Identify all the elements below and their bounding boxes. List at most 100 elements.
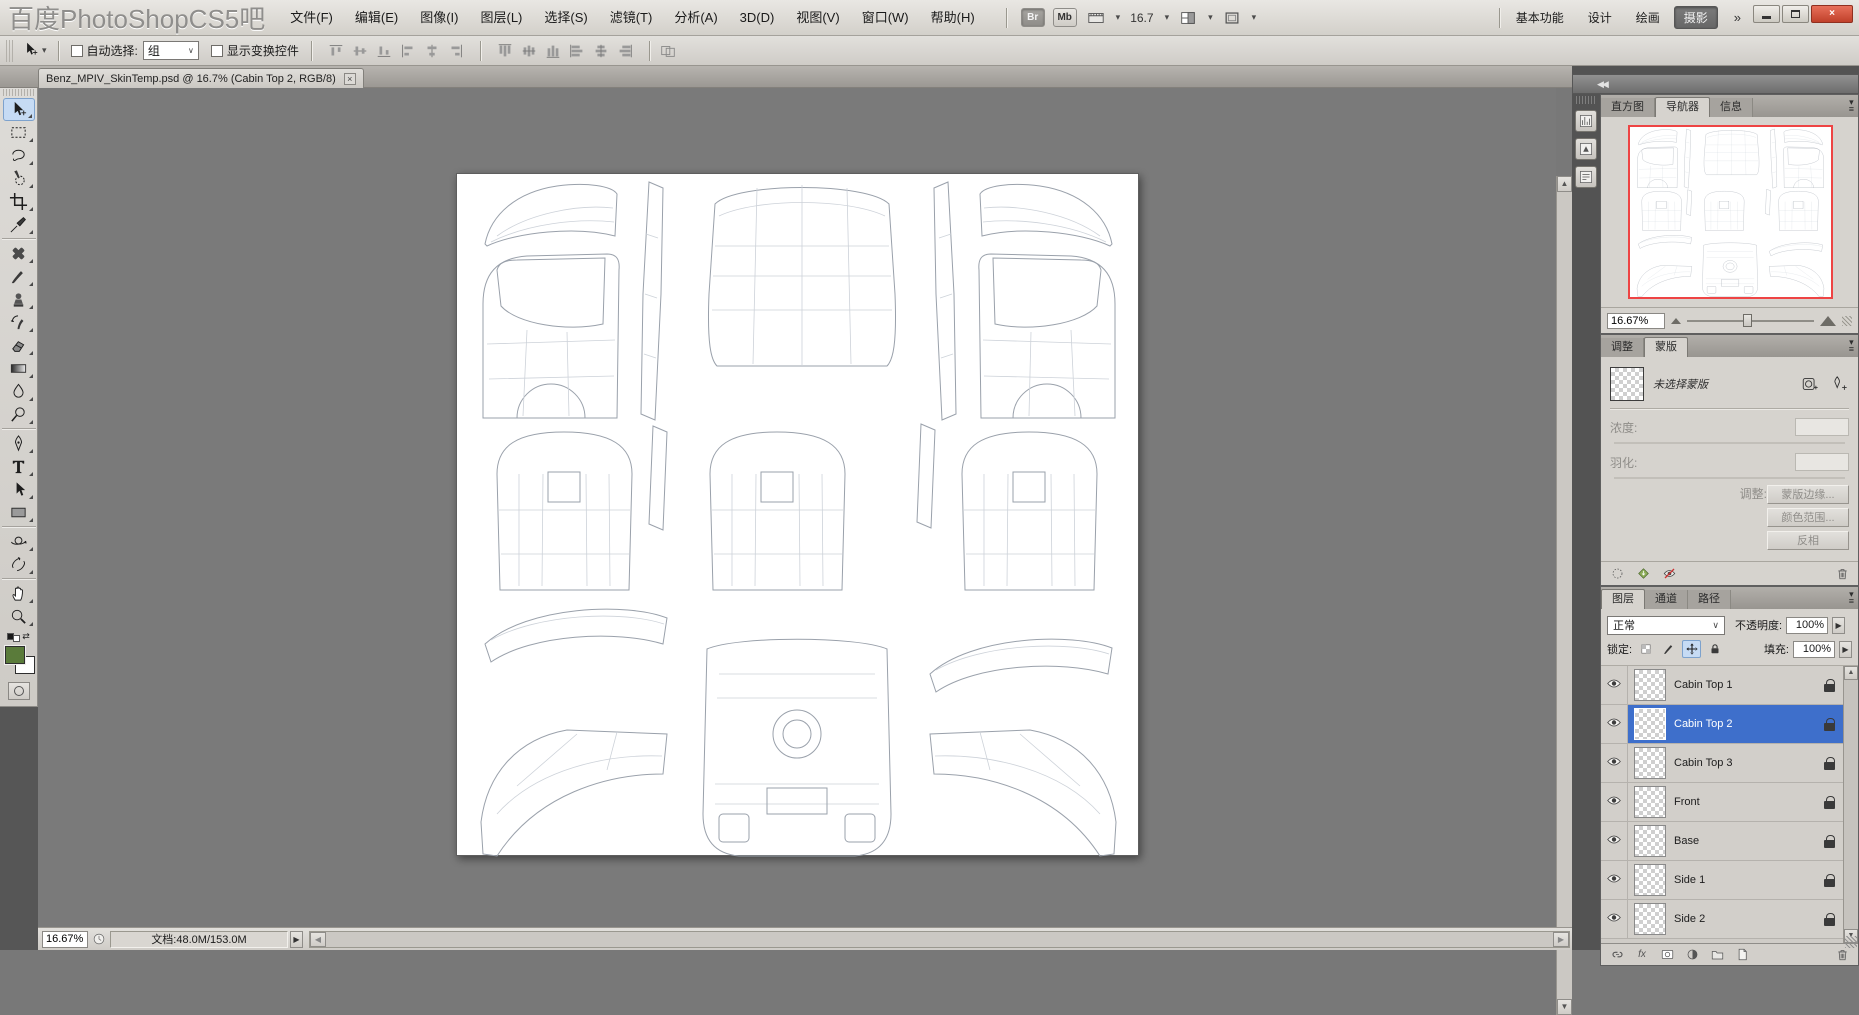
navigator-proxy-view[interactable] xyxy=(1628,125,1833,299)
add-pixel-mask-icon[interactable] xyxy=(1800,374,1820,394)
foreground-color-swatch[interactable] xyxy=(5,646,25,664)
options-grip[interactable] xyxy=(6,40,13,62)
layer-thumbnail[interactable] xyxy=(1634,747,1666,779)
apply-mask-icon[interactable] xyxy=(1635,566,1651,582)
layers-scrollbar[interactable]: ▲ ▼ xyxy=(1843,666,1858,943)
tool-button[interactable] xyxy=(3,530,35,553)
scroll-down-icon[interactable]: ▼ xyxy=(1557,999,1572,1015)
visibility-toggle[interactable] xyxy=(1601,900,1628,938)
panel-menu-icon[interactable]: ▾≡ xyxy=(1849,339,1854,353)
layer-thumbnail[interactable] xyxy=(1634,864,1666,896)
menu-item[interactable]: 选择(S) xyxy=(533,1,598,35)
new-group-icon[interactable] xyxy=(1709,947,1725,963)
chevron-down-icon[interactable]: ▾ xyxy=(1208,12,1213,23)
auto-align-layers-button[interactable] xyxy=(656,40,680,62)
workspace-button[interactable]: 摄影 xyxy=(1674,6,1718,29)
layer-name[interactable]: Front xyxy=(1674,796,1824,808)
tool-button[interactable] xyxy=(3,582,35,605)
layer-thumbnail[interactable] xyxy=(1634,903,1666,935)
tool-button[interactable] xyxy=(3,265,35,288)
collapsed-panel-button[interactable] xyxy=(1575,166,1597,188)
menu-item[interactable]: 滤镜(T) xyxy=(599,1,664,35)
tool-button[interactable] xyxy=(3,144,35,167)
color-range-button[interactable]: 颜色范围... xyxy=(1767,508,1849,527)
lock-paint-icon[interactable] xyxy=(1659,640,1678,658)
distribute-button[interactable] xyxy=(541,40,565,62)
arrange-documents-icon[interactable] xyxy=(1177,9,1199,27)
tool-button[interactable] xyxy=(3,98,35,121)
layer-row[interactable]: Side 2 xyxy=(1601,900,1843,939)
chevron-down-icon[interactable]: ▾ xyxy=(1116,12,1121,23)
link-layers-icon[interactable] xyxy=(1609,947,1625,963)
menu-item[interactable]: 3D(D) xyxy=(729,1,786,35)
show-transform-checkbox[interactable] xyxy=(211,45,223,57)
workspace-button[interactable]: 绘画 xyxy=(1626,6,1670,29)
status-zoom-input[interactable] xyxy=(42,931,88,948)
strip-grip[interactable] xyxy=(1576,96,1596,104)
add-vector-mask-icon[interactable] xyxy=(1829,374,1849,394)
mask-edge-button[interactable]: 蒙版边缘... xyxy=(1767,485,1849,504)
panel-tab[interactable]: 图层 xyxy=(1601,589,1645,609)
collapsed-panel-button[interactable] xyxy=(1575,110,1597,132)
status-expand-button[interactable]: ▶ xyxy=(290,931,303,948)
tool-button[interactable] xyxy=(3,357,35,380)
tool-button[interactable] xyxy=(3,455,35,478)
opacity-value[interactable]: 100% xyxy=(1786,617,1828,634)
new-adjustment-layer-icon[interactable] xyxy=(1684,947,1700,963)
document-tab[interactable]: Benz_MPIV_SkinTemp.psd @ 16.7% (Cabin To… xyxy=(38,68,364,88)
layer-row[interactable]: Cabin Top 3 xyxy=(1601,744,1843,783)
tool-button[interactable] xyxy=(3,167,35,190)
tool-button[interactable] xyxy=(3,242,35,265)
layer-style-icon[interactable]: fx xyxy=(1634,947,1650,963)
toolbox-grip[interactable] xyxy=(3,89,34,96)
chevron-down-icon[interactable]: ▾ xyxy=(1165,12,1170,23)
tool-button[interactable] xyxy=(3,334,35,357)
zoom-level-field[interactable]: 16.7 xyxy=(1128,11,1155,25)
blend-mode-dropdown[interactable]: 正常 ∨ xyxy=(1607,616,1725,635)
menu-item[interactable]: 文件(F) xyxy=(279,1,344,35)
zoom-out-icon[interactable] xyxy=(1671,318,1681,324)
auto-select-checkbox[interactable] xyxy=(71,45,83,57)
tool-button[interactable] xyxy=(3,190,35,213)
workspace-button[interactable]: 基本功能 xyxy=(1506,6,1574,29)
close-button[interactable]: × xyxy=(1811,5,1853,23)
swap-colors-icon[interactable]: ⇄ xyxy=(22,631,30,642)
menu-item[interactable]: 编辑(E) xyxy=(344,1,409,35)
navigator-zoom-slider[interactable] xyxy=(1687,314,1814,328)
panel-menu-icon[interactable]: ▾≡ xyxy=(1849,99,1854,113)
minimize-button[interactable] xyxy=(1753,5,1780,23)
add-layer-mask-icon[interactable] xyxy=(1659,947,1675,963)
scroll-up-icon[interactable]: ▲ xyxy=(1557,176,1572,192)
menu-item[interactable]: 分析(A) xyxy=(663,1,728,35)
chevron-down-icon[interactable]: ▾ xyxy=(1252,12,1257,23)
lock-position-icon[interactable] xyxy=(1682,640,1701,658)
layer-row[interactable]: Cabin Top 2 xyxy=(1601,705,1843,744)
default-swap-colors[interactable]: ⇄ xyxy=(0,628,37,644)
distribute-button[interactable] xyxy=(493,40,517,62)
menu-item[interactable]: 窗口(W) xyxy=(851,1,920,35)
lock-transparency-icon[interactable] xyxy=(1636,640,1655,658)
default-colors-icon[interactable] xyxy=(13,635,20,642)
panel-tab[interactable]: 蒙版 xyxy=(1644,337,1688,357)
layer-thumbnail[interactable] xyxy=(1634,708,1666,740)
document-vscrollbar[interactable]: ▲ ▼ xyxy=(1556,88,1572,927)
zoom-in-icon[interactable] xyxy=(1820,316,1836,326)
tool-button[interactable] xyxy=(3,288,35,311)
tool-button[interactable] xyxy=(3,432,35,455)
auto-select-dropdown[interactable]: 组 ∨ xyxy=(143,41,199,60)
view-extras-icon[interactable] xyxy=(1085,9,1107,27)
panel-menu-icon[interactable]: ▾≡ xyxy=(1849,591,1854,605)
tool-button[interactable] xyxy=(3,478,35,501)
navigator-zoom-input[interactable] xyxy=(1607,313,1665,329)
layer-name[interactable]: Cabin Top 3 xyxy=(1674,757,1824,769)
menu-item[interactable]: 图像(I) xyxy=(409,1,469,35)
panel-tab[interactable]: 导航器 xyxy=(1655,97,1710,117)
tool-button[interactable] xyxy=(3,380,35,403)
bridge-button[interactable]: Br xyxy=(1021,8,1045,27)
panel-resize-grip[interactable] xyxy=(1842,316,1852,326)
layer-name[interactable]: Cabin Top 2 xyxy=(1674,718,1824,730)
tool-button[interactable] xyxy=(3,605,35,628)
visibility-toggle[interactable] xyxy=(1601,705,1628,743)
panel-tab[interactable]: 直方图 xyxy=(1601,98,1655,117)
panel-tab[interactable]: 调整 xyxy=(1601,338,1644,357)
